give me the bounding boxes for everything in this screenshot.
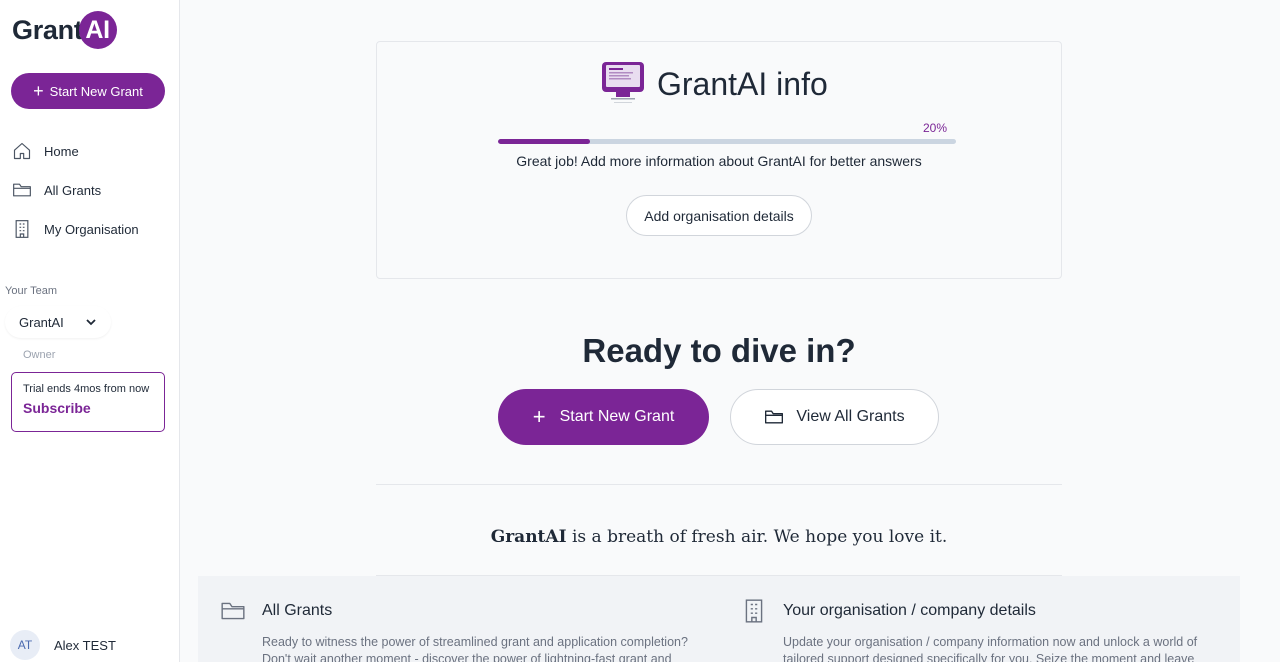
user-profile[interactable]: AT Alex TEST (10, 630, 116, 660)
info-card-header: GrantAI info (601, 62, 828, 106)
tagline-brand: GrantAI (490, 527, 567, 547)
building-icon (745, 599, 763, 623)
plus-icon: + (532, 404, 546, 429)
folder-icon (221, 602, 245, 620)
team-label: Your Team (5, 285, 57, 297)
chevron-down-icon (86, 319, 96, 326)
user-name: Alex TEST (54, 637, 116, 653)
building-icon (15, 220, 29, 238)
sidebar-item-label: All Grants (44, 182, 102, 198)
view-all-grants-label: View All Grants (796, 408, 905, 425)
feature-all-grants[interactable]: All Grants Ready to witness the power of… (220, 598, 690, 662)
trial-box: Trial ends 4mos from now Subscribe (11, 372, 165, 432)
team-select[interactable]: GrantAI (5, 306, 111, 338)
app-logo[interactable]: Grant AI (12, 10, 117, 50)
divider (376, 484, 1062, 485)
sidebar-item-all-grants[interactable]: All Grants (12, 178, 101, 202)
home-icon (13, 142, 31, 160)
team-name: GrantAI (19, 314, 64, 330)
info-card-title: GrantAI info (657, 65, 828, 102)
logo-badge: AI (78, 11, 117, 49)
start-new-grant-label: Start New Grant (559, 408, 675, 425)
feature-organisation-details[interactable]: Your organisation / company details Upda… (741, 598, 1211, 662)
cta-heading: Ready to dive in? (582, 332, 856, 369)
add-organisation-details-button[interactable]: Add organisation details (626, 195, 812, 236)
team-role: Owner (23, 349, 56, 361)
feature-header: Your organisation / company details (741, 598, 1211, 624)
monitor-logo-icon (601, 62, 645, 106)
folder-icon (13, 183, 31, 197)
tagline: GrantAI is a breath of fresh air. We hop… (376, 527, 1062, 547)
features-panel: All Grants Ready to witness the power of… (198, 576, 1240, 662)
feature-title: All Grants (262, 602, 333, 619)
feature-header: All Grants (220, 598, 690, 624)
avatar: AT (10, 630, 40, 660)
sidebar: Grant AI + Start New Grant Home All Grant… (0, 0, 180, 662)
logo-text: Grant (12, 14, 83, 45)
sidebar-item-label: My Organisation (44, 221, 139, 237)
sidebar-item-label: Home (44, 143, 79, 159)
info-card-message: Great job! Add more information about Gr… (516, 153, 922, 169)
folder-icon (765, 410, 784, 424)
feature-title: Your organisation / company details (783, 602, 1036, 619)
sidebar-start-new-grant-button[interactable]: + Start New Grant (11, 73, 165, 109)
grantai-info-card: GrantAI info 20% Great job! Add more inf… (376, 41, 1062, 279)
subscribe-link[interactable]: Subscribe (23, 400, 153, 416)
start-new-grant-button[interactable]: + Start New Grant (498, 389, 709, 445)
sidebar-item-my-organisation[interactable]: My Organisation (12, 217, 139, 241)
view-all-grants-button[interactable]: View All Grants (730, 389, 939, 445)
progress-bar (498, 139, 956, 144)
progress-bar-fill (498, 139, 590, 144)
feature-body: Update your organisation / company infor… (783, 635, 1198, 662)
trial-text: Trial ends 4mos from now (23, 383, 150, 395)
sidebar-start-label: Start New Grant (49, 83, 143, 99)
progress-percentage: 20% (922, 121, 947, 135)
plus-icon: + (33, 81, 44, 101)
sidebar-item-home[interactable]: Home (12, 139, 79, 163)
feature-body: Ready to witness the power of streamline… (262, 635, 688, 662)
tagline-text: is a breath of fresh air. We hope you lo… (571, 527, 948, 547)
